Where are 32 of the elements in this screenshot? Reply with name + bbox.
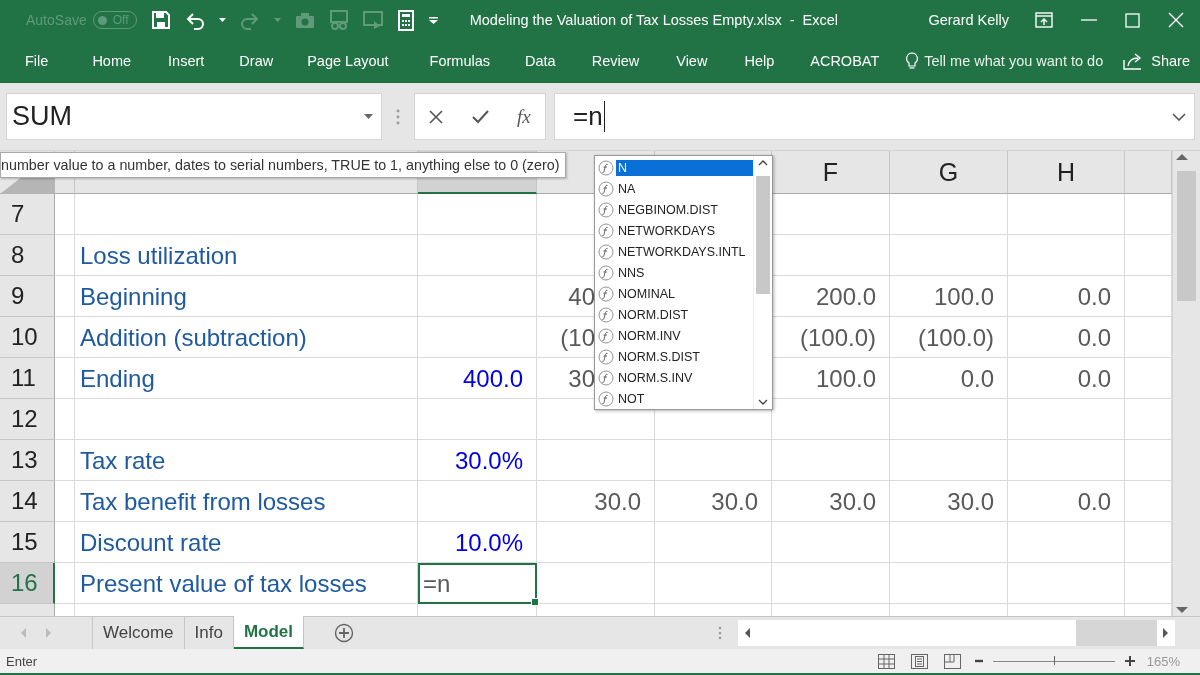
table-cell: 30.0	[947, 487, 994, 516]
table-cell: 0.0	[1077, 364, 1111, 393]
table-cell: 0.0	[960, 364, 994, 393]
table-cell: Addition (subtraction)	[80, 323, 307, 352]
table-cell: Ending	[80, 364, 155, 393]
table-cell: 30.0	[711, 487, 758, 516]
table-cell: Beginning	[80, 282, 187, 311]
table-cell: 40	[568, 282, 595, 311]
table-cell: Tax rate	[80, 446, 166, 475]
autosave-label: AutoSave	[26, 12, 87, 28]
table-cell: 200.0	[815, 282, 876, 311]
table-cell: (100.0)	[917, 323, 994, 352]
table-cell: Present value of tax losses	[80, 569, 367, 598]
table-cell: 30	[568, 364, 595, 393]
table-cell: 400.0	[462, 364, 523, 393]
table-cell: (100.0)	[799, 323, 876, 352]
table-cell: (10	[560, 323, 595, 352]
table-cell: Loss utilization	[80, 241, 238, 270]
window-title: Modeling the Valuation of Tax Losses Empty.xlsx - Excel	[469, 12, 839, 28]
table-cell: 10.0%	[454, 528, 523, 557]
table-cell: 30.0%	[454, 446, 523, 475]
table-cell: Discount rate	[80, 528, 222, 557]
function-tooltip: number value to a number, dates to serial numbers, TRUE to 1, anything else to 0 (zero)	[0, 152, 567, 178]
status-text: Enter	[6, 653, 38, 669]
table-cell: Tax benefit from losses	[80, 487, 326, 516]
table-cell: 30.0	[594, 487, 641, 516]
table-cell: 100.0	[815, 364, 876, 393]
table-cell: 0.0	[1077, 282, 1111, 311]
table-cell: 0.0	[1077, 323, 1111, 352]
table-cell: 30.0	[829, 487, 876, 516]
table-cell: 100.0	[933, 282, 994, 311]
table-cell: 0.0	[1077, 487, 1111, 516]
